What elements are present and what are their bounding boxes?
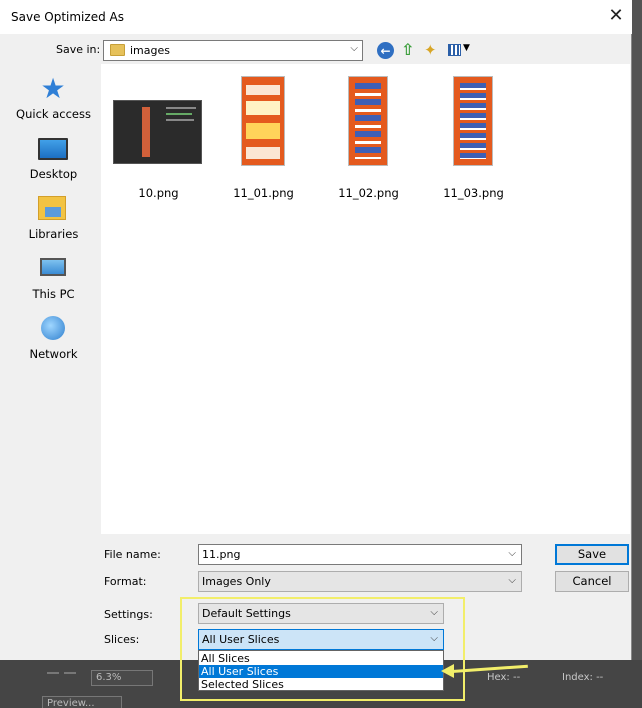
file-name: 11_03.png (443, 186, 504, 200)
save-dialog: Save Optimized As ✕ Save in: images ⌵ ← … (0, 0, 632, 660)
folder-icon (110, 44, 125, 56)
image-thumbnail (453, 76, 493, 166)
slices-option-selected[interactable]: All User Slices (199, 665, 443, 678)
dialog-title: Save Optimized As (11, 10, 124, 24)
place-label: Desktop (29, 167, 78, 181)
network-icon (41, 316, 65, 340)
place-label: Quick access (16, 107, 91, 121)
place-network[interactable]: Network (11, 310, 96, 368)
file-name-field[interactable]: 11.png ⌵ (198, 544, 522, 565)
format-label: Format: (104, 575, 147, 588)
format-dropdown[interactable]: Images Only ⌵ (198, 571, 522, 592)
chevron-down-icon: ⌵ (508, 548, 516, 559)
place-label: This PC (32, 287, 75, 301)
title-bar: Save Optimized As ✕ (0, 0, 632, 34)
close-icon[interactable]: ✕ (604, 5, 628, 29)
place-desktop[interactable]: Desktop (11, 130, 96, 188)
up-folder-icon[interactable]: ⇧ (401, 41, 420, 60)
place-label: Libraries (28, 227, 79, 241)
slices-option[interactable]: All Slices (199, 652, 443, 665)
index-readout: Index: -- (562, 672, 604, 683)
save-in-label: Save in: (56, 43, 101, 56)
computer-icon (40, 258, 66, 276)
save-in-dropdown[interactable]: images ⌵ (103, 40, 363, 61)
libraries-icon (38, 196, 66, 220)
cancel-button[interactable]: Cancel (555, 571, 629, 592)
view-menu-icon[interactable]: ▼ (448, 41, 474, 60)
star-icon: ★ (40, 72, 66, 105)
preview-button[interactable]: Preview... (42, 696, 122, 708)
place-libraries[interactable]: Libraries (11, 190, 96, 248)
slices-dropdown-list: All Slices All User Slices Selected Slic… (198, 650, 444, 691)
back-icon[interactable]: ← (377, 42, 394, 59)
hex-readout: Hex: -- (487, 672, 521, 683)
image-thumbnail (113, 100, 202, 164)
new-folder-icon[interactable]: ✦ (424, 41, 443, 60)
chevron-down-icon: ⌵ (508, 575, 516, 586)
chevron-down-icon: ⌵ (350, 43, 358, 54)
settings-label: Settings: (104, 608, 153, 621)
desktop-icon (38, 138, 68, 160)
file-name-label: File name: (104, 548, 161, 561)
place-this-pc[interactable]: This PC (11, 250, 96, 308)
zoom-field[interactable]: 6.3% (91, 670, 153, 686)
file-name: 11_02.png (338, 186, 399, 200)
save-button[interactable]: Save (555, 544, 629, 565)
checkbox-icon[interactable] (47, 672, 59, 674)
file-name: 11_01.png (233, 186, 294, 200)
save-in-value: images (130, 44, 170, 57)
toggle-icon[interactable] (64, 672, 76, 674)
image-thumbnail (241, 76, 285, 166)
file-list: 10.png 11_01.png 11_02.png 11_03.png (101, 64, 630, 534)
place-label: Network (29, 347, 78, 361)
arrow-head-icon (441, 664, 454, 678)
image-thumbnail (348, 76, 388, 166)
slices-label: Slices: (104, 633, 140, 646)
file-name: 10.png (138, 186, 179, 200)
slices-option[interactable]: Selected Slices (199, 678, 443, 691)
format-value: Images Only (202, 575, 271, 588)
place-quick-access[interactable]: ★ Quick access (11, 70, 96, 128)
file-name-value: 11.png (202, 548, 241, 561)
